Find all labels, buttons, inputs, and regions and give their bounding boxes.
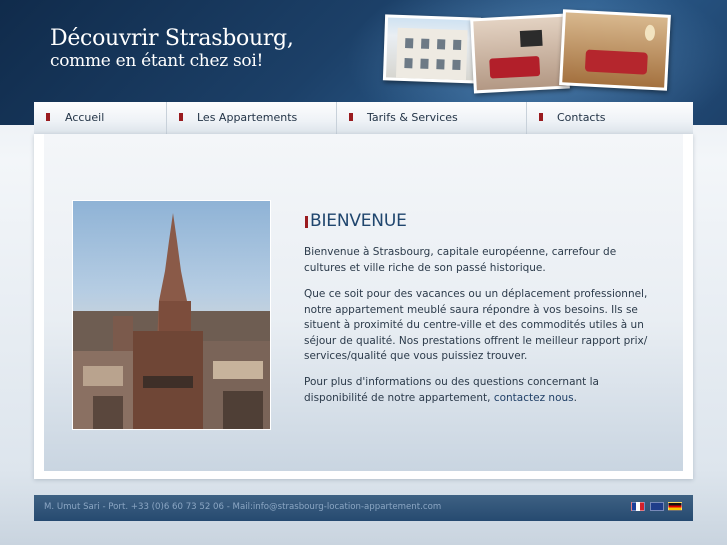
header-photo-building [382, 14, 482, 84]
header-photo-living-room [470, 13, 570, 94]
flag-uk-icon[interactable] [650, 502, 664, 511]
site-subtitle: comme en étant chez soi! [50, 51, 264, 71]
contact-text-end: . [573, 391, 577, 404]
flag-de-icon[interactable] [668, 502, 682, 511]
services-paragraph: Que ce soit pour des vacances ou un dépl… [304, 288, 648, 363]
nav-item-contacts[interactable]: Contacts [527, 102, 693, 134]
bullet-icon [46, 113, 50, 121]
footer: M. Umut Sari - Port. +33 (0)6 60 73 52 0… [34, 495, 693, 521]
main-nav: Accueil Les Appartements Tarifs & Servic… [34, 102, 693, 134]
nav-label: Tarifs & Services [367, 111, 458, 124]
nav-label: Contacts [557, 111, 606, 124]
nav-label: Accueil [65, 111, 105, 124]
cathedral-photo [72, 200, 271, 430]
bullet-icon [349, 113, 353, 121]
heading-accent [305, 216, 308, 228]
nav-item-accueil[interactable]: Accueil [34, 102, 167, 134]
nav-label: Les Appartements [197, 111, 298, 124]
footer-contact: M. Umut Sari - Port. +33 (0)6 60 73 52 0… [44, 502, 442, 512]
contact-link[interactable]: contactez nous [494, 392, 574, 404]
site-title: Découvrir Strasbourg, [50, 26, 294, 51]
bullet-icon [539, 113, 543, 121]
bullet-icon [179, 113, 183, 121]
intro-paragraph: Bienvenue à Strasbourg, capitale europée… [304, 246, 617, 274]
flag-fr-icon[interactable] [631, 502, 645, 511]
nav-item-tarifs-services[interactable]: Tarifs & Services [337, 102, 527, 134]
contact-paragraph: Pour plus d'informations ou des question… [304, 375, 654, 406]
nav-item-les-appartements[interactable]: Les Appartements [167, 102, 337, 134]
header-photo-lounge [559, 9, 671, 91]
page-heading: BIENVENUE [310, 211, 407, 231]
